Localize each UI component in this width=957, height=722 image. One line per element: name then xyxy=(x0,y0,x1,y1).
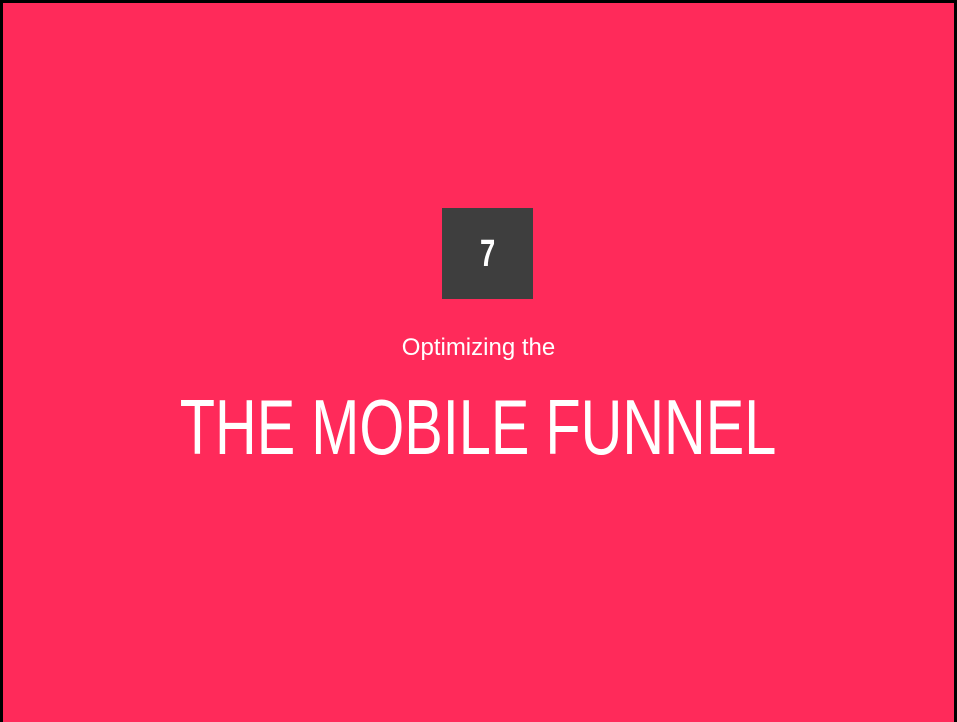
section-number-badge: 7 xyxy=(442,208,533,299)
title-slide: 7 Optimizing the THE MOBILE FUNNEL xyxy=(3,3,954,722)
slide-title-container: THE MOBILE FUNNEL xyxy=(3,387,954,467)
slide-title: THE MOBILE FUNNEL xyxy=(180,383,777,471)
section-number: 7 xyxy=(479,232,496,275)
slide-subtitle: Optimizing the xyxy=(401,334,556,361)
